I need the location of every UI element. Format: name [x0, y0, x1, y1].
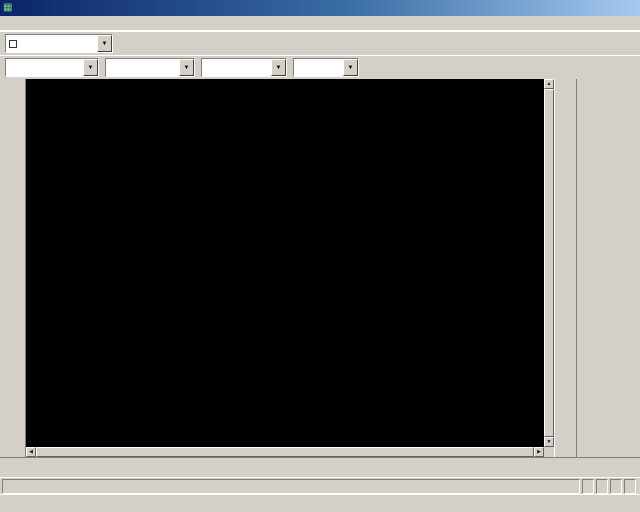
status-bar-counts — [0, 457, 640, 477]
vertical-scroll-thumb[interactable] — [544, 89, 554, 437]
main-area: ▲ ▼ ◀ ▶ — [0, 79, 640, 457]
grid-size-selector[interactable]: ▼ — [201, 58, 287, 77]
pcb-canvas[interactable] — [26, 79, 544, 447]
scrollbar-corner — [544, 447, 554, 457]
chevron-down-icon[interactable]: ▼ — [271, 59, 286, 76]
app-icon: ▦ — [3, 2, 15, 14]
menu-bar — [0, 16, 640, 31]
horizontal-scrollbar[interactable]: ◀ ▶ — [26, 447, 544, 457]
status-delta — [610, 479, 622, 494]
title-bar: ▦ — [0, 0, 640, 16]
toolbar-top: ▼ — [0, 31, 640, 55]
scroll-left-icon[interactable]: ◀ — [26, 447, 36, 457]
scroll-up-icon[interactable]: ▲ — [544, 79, 554, 89]
visibles-title — [578, 80, 639, 85]
status-bar-coords — [0, 477, 640, 494]
left-toolbar — [0, 79, 26, 457]
via-size-selector[interactable]: ▼ — [105, 58, 195, 77]
pcb-viewport[interactable]: ▲ ▼ ◀ ▶ — [26, 79, 554, 457]
scroll-down-icon[interactable]: ▼ — [544, 437, 554, 447]
chevron-down-icon[interactable]: ▼ — [83, 59, 98, 76]
status-zoom — [582, 479, 594, 494]
zoom-selector[interactable]: ▼ — [293, 58, 359, 77]
status-position — [596, 479, 608, 494]
horizontal-scroll-thumb[interactable] — [36, 447, 534, 457]
chevron-down-icon[interactable]: ▼ — [343, 59, 358, 76]
visibles-panel — [576, 79, 640, 457]
status-bar-empty — [0, 494, 640, 512]
status-message — [2, 479, 580, 494]
toolbar-params: ▼ ▼ ▼ ▼ — [0, 55, 640, 79]
layer-color-swatch — [9, 40, 17, 48]
chevron-down-icon[interactable]: ▼ — [97, 35, 112, 52]
chevron-down-icon[interactable]: ▼ — [179, 59, 194, 76]
status-units — [624, 479, 636, 494]
vertical-scrollbar[interactable]: ▲ ▼ — [544, 79, 554, 447]
track-width-selector[interactable]: ▼ — [5, 58, 99, 77]
layer-selector[interactable]: ▼ — [5, 34, 113, 53]
scroll-right-icon[interactable]: ▶ — [534, 447, 544, 457]
right-toolbar — [554, 79, 576, 457]
